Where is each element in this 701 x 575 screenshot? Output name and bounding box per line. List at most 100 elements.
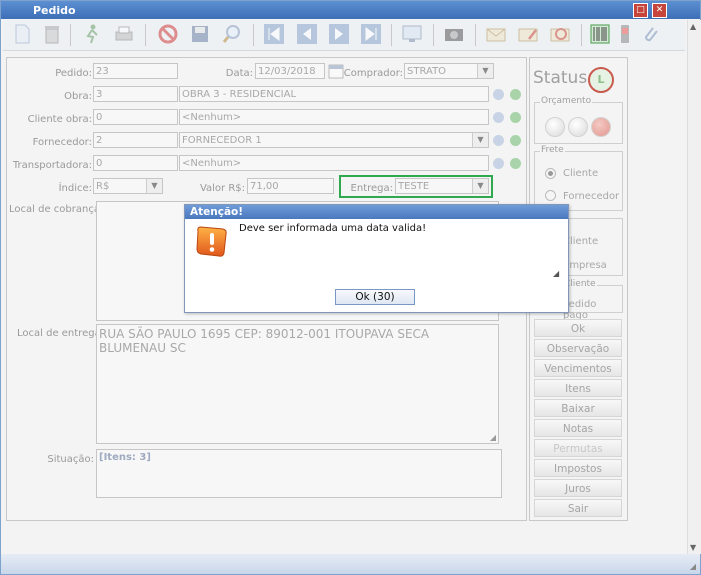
mail-edit-icon[interactable] <box>517 23 539 45</box>
obra-code-field[interactable]: 3 <box>93 86 178 102</box>
barcode-icon[interactable] <box>589 23 611 45</box>
transportadora-label: Transportadora: <box>12 160 92 171</box>
cancel-icon[interactable] <box>157 23 179 45</box>
frete-fornecedor-label: Fornecedor <box>563 191 620 202</box>
fornecedor-value: FORNECEDOR 1 <box>182 135 262 146</box>
toolbar-separator <box>433 24 434 46</box>
obra-name-field[interactable]: OBRA 3 - RESIDENCIAL <box>179 86 489 102</box>
resize-grip-icon: ◢ <box>553 269 560 278</box>
toolbar-separator <box>475 24 476 46</box>
pedido-window: Pedido □ ✕ ▲ ▼ Pedido: 23 Data: 12/03/20… <box>0 0 701 575</box>
warning-icon <box>196 226 227 257</box>
scroll-up-icon[interactable]: ▲ <box>690 22 696 31</box>
comprador-select[interactable]: STRATO ▼ <box>404 63 494 79</box>
cliente-obra-label: Cliente obra: <box>27 114 92 125</box>
chevron-down-icon[interactable]: ▼ <box>472 179 488 193</box>
status-light-icon <box>591 117 611 137</box>
mail-send-icon[interactable] <box>549 23 571 45</box>
baixar-button[interactable]: Baixar <box>534 399 622 417</box>
previous-record-icon[interactable] <box>296 23 318 45</box>
next-record-icon[interactable] <box>328 23 350 45</box>
indice-select[interactable]: R$ ▼ <box>93 178 163 194</box>
vencimentos-button[interactable]: Vencimentos <box>534 359 622 377</box>
window-title: Pedido <box>33 4 76 17</box>
print-icon[interactable] <box>113 23 135 45</box>
run-icon[interactable] <box>81 23 103 45</box>
add-icon[interactable] <box>510 112 521 123</box>
chevron-down-icon[interactable]: ▼ <box>477 64 493 78</box>
save-icon[interactable] <box>189 23 211 45</box>
add-icon[interactable] <box>510 135 521 146</box>
frete-fornecedor-radio[interactable] <box>545 190 556 201</box>
delete-icon[interactable] <box>41 23 63 45</box>
comprador-value: STRATO <box>407 66 447 77</box>
phone-icon[interactable] <box>614 23 636 45</box>
frete-label: Frete <box>540 145 565 155</box>
transportadora-code-field[interactable]: 0 <box>93 155 178 171</box>
chevron-down-icon[interactable]: ▼ <box>146 179 162 193</box>
mail-icon[interactable] <box>485 23 507 45</box>
status-light-icon <box>545 117 565 137</box>
impostos-button[interactable]: Impostos <box>534 459 622 477</box>
status-title: Status <box>533 68 588 88</box>
local-entrega-textarea[interactable]: RUA SÃO PAULO 1695 CEP: 89012-001 ITOUPA… <box>96 324 499 444</box>
cliente-obra-code-field[interactable]: 0 <box>93 109 178 125</box>
resize-grip-icon[interactable]: ◢ <box>490 433 496 442</box>
fornecedor-code-field[interactable]: 2 <box>93 132 178 148</box>
valor-label: Valor R$: <box>199 183 245 194</box>
add-icon[interactable] <box>510 158 521 169</box>
itens-button[interactable]: Itens <box>534 379 622 397</box>
new-document-icon[interactable] <box>11 23 33 45</box>
permutas-button[interactable]: Permutas <box>534 439 622 457</box>
status-light-icon <box>568 117 588 137</box>
last-record-icon[interactable] <box>360 23 382 45</box>
maximize-icon[interactable]: □ <box>633 3 648 18</box>
close-icon[interactable]: ✕ <box>652 3 667 18</box>
status-badge: L <box>588 67 614 93</box>
local-entrega-label: Local de entrega: <box>17 328 105 339</box>
search-icon[interactable] <box>493 158 504 169</box>
valor-field[interactable]: 71,00 <box>247 178 334 194</box>
pedido-field[interactable]: 23 <box>93 63 178 79</box>
ok-button[interactable]: Ok <box>534 319 622 337</box>
entrega-value: TESTE <box>398 181 430 192</box>
screen-icon[interactable] <box>401 23 423 45</box>
search-icon[interactable] <box>493 112 504 123</box>
transportadora-name-field[interactable]: <Nenhum> <box>179 155 489 171</box>
entrega-empresa-label: Empresa <box>563 260 607 271</box>
observacao-button[interactable]: Observação <box>534 339 622 357</box>
fornecedor-select[interactable]: FORNECEDOR 1 ▼ <box>179 132 489 148</box>
pedido-pago-label: Pedido pago <box>563 299 597 321</box>
cliente-obra-name-field[interactable]: <Nenhum> <box>179 109 489 125</box>
notas-button[interactable]: Notas <box>534 419 622 437</box>
sair-button[interactable]: Sair <box>534 499 622 517</box>
toolbar-separator <box>70 24 71 46</box>
orcamento-group: Orçamento <box>534 96 623 144</box>
camera-icon[interactable] <box>443 23 465 45</box>
add-icon[interactable] <box>510 89 521 100</box>
first-record-icon[interactable] <box>263 23 285 45</box>
comprador-label: Comprador: <box>343 68 403 79</box>
data-field[interactable]: 12/03/2018 <box>255 63 325 79</box>
frete-group: Frete Cliente Fornecedor <box>534 145 623 211</box>
resize-grip-icon[interactable]: ◢ <box>690 562 696 571</box>
toolbar <box>3 20 685 51</box>
chevron-down-icon[interactable]: ▼ <box>472 133 488 147</box>
attach-icon[interactable] <box>639 23 661 45</box>
scroll-down-icon[interactable]: ▼ <box>690 543 696 552</box>
search-icon[interactable] <box>221 23 243 45</box>
fornecedor-label: Fornecedor: <box>32 137 92 148</box>
frete-cliente-radio[interactable] <box>545 168 556 179</box>
local-entrega-text: RUA SÃO PAULO 1695 CEP: 89012-001 ITOUPA… <box>99 327 430 355</box>
vertical-scrollbar[interactable]: ▲ ▼ <box>687 20 701 554</box>
entrega-select[interactable]: TESTE ▼ <box>395 178 489 194</box>
entrega-label: Entrega: <box>350 183 393 194</box>
orcamento-label: Orçamento <box>540 96 593 106</box>
search-icon[interactable] <box>493 89 504 100</box>
frete-cliente-label: Cliente <box>563 168 599 179</box>
juros-button[interactable]: Juros <box>534 479 622 497</box>
title-bar[interactable]: Pedido □ ✕ <box>1 1 700 19</box>
data-label: Data: <box>225 68 253 79</box>
dialog-ok-button[interactable]: Ok (30) <box>335 289 415 305</box>
search-icon[interactable] <box>493 135 504 146</box>
